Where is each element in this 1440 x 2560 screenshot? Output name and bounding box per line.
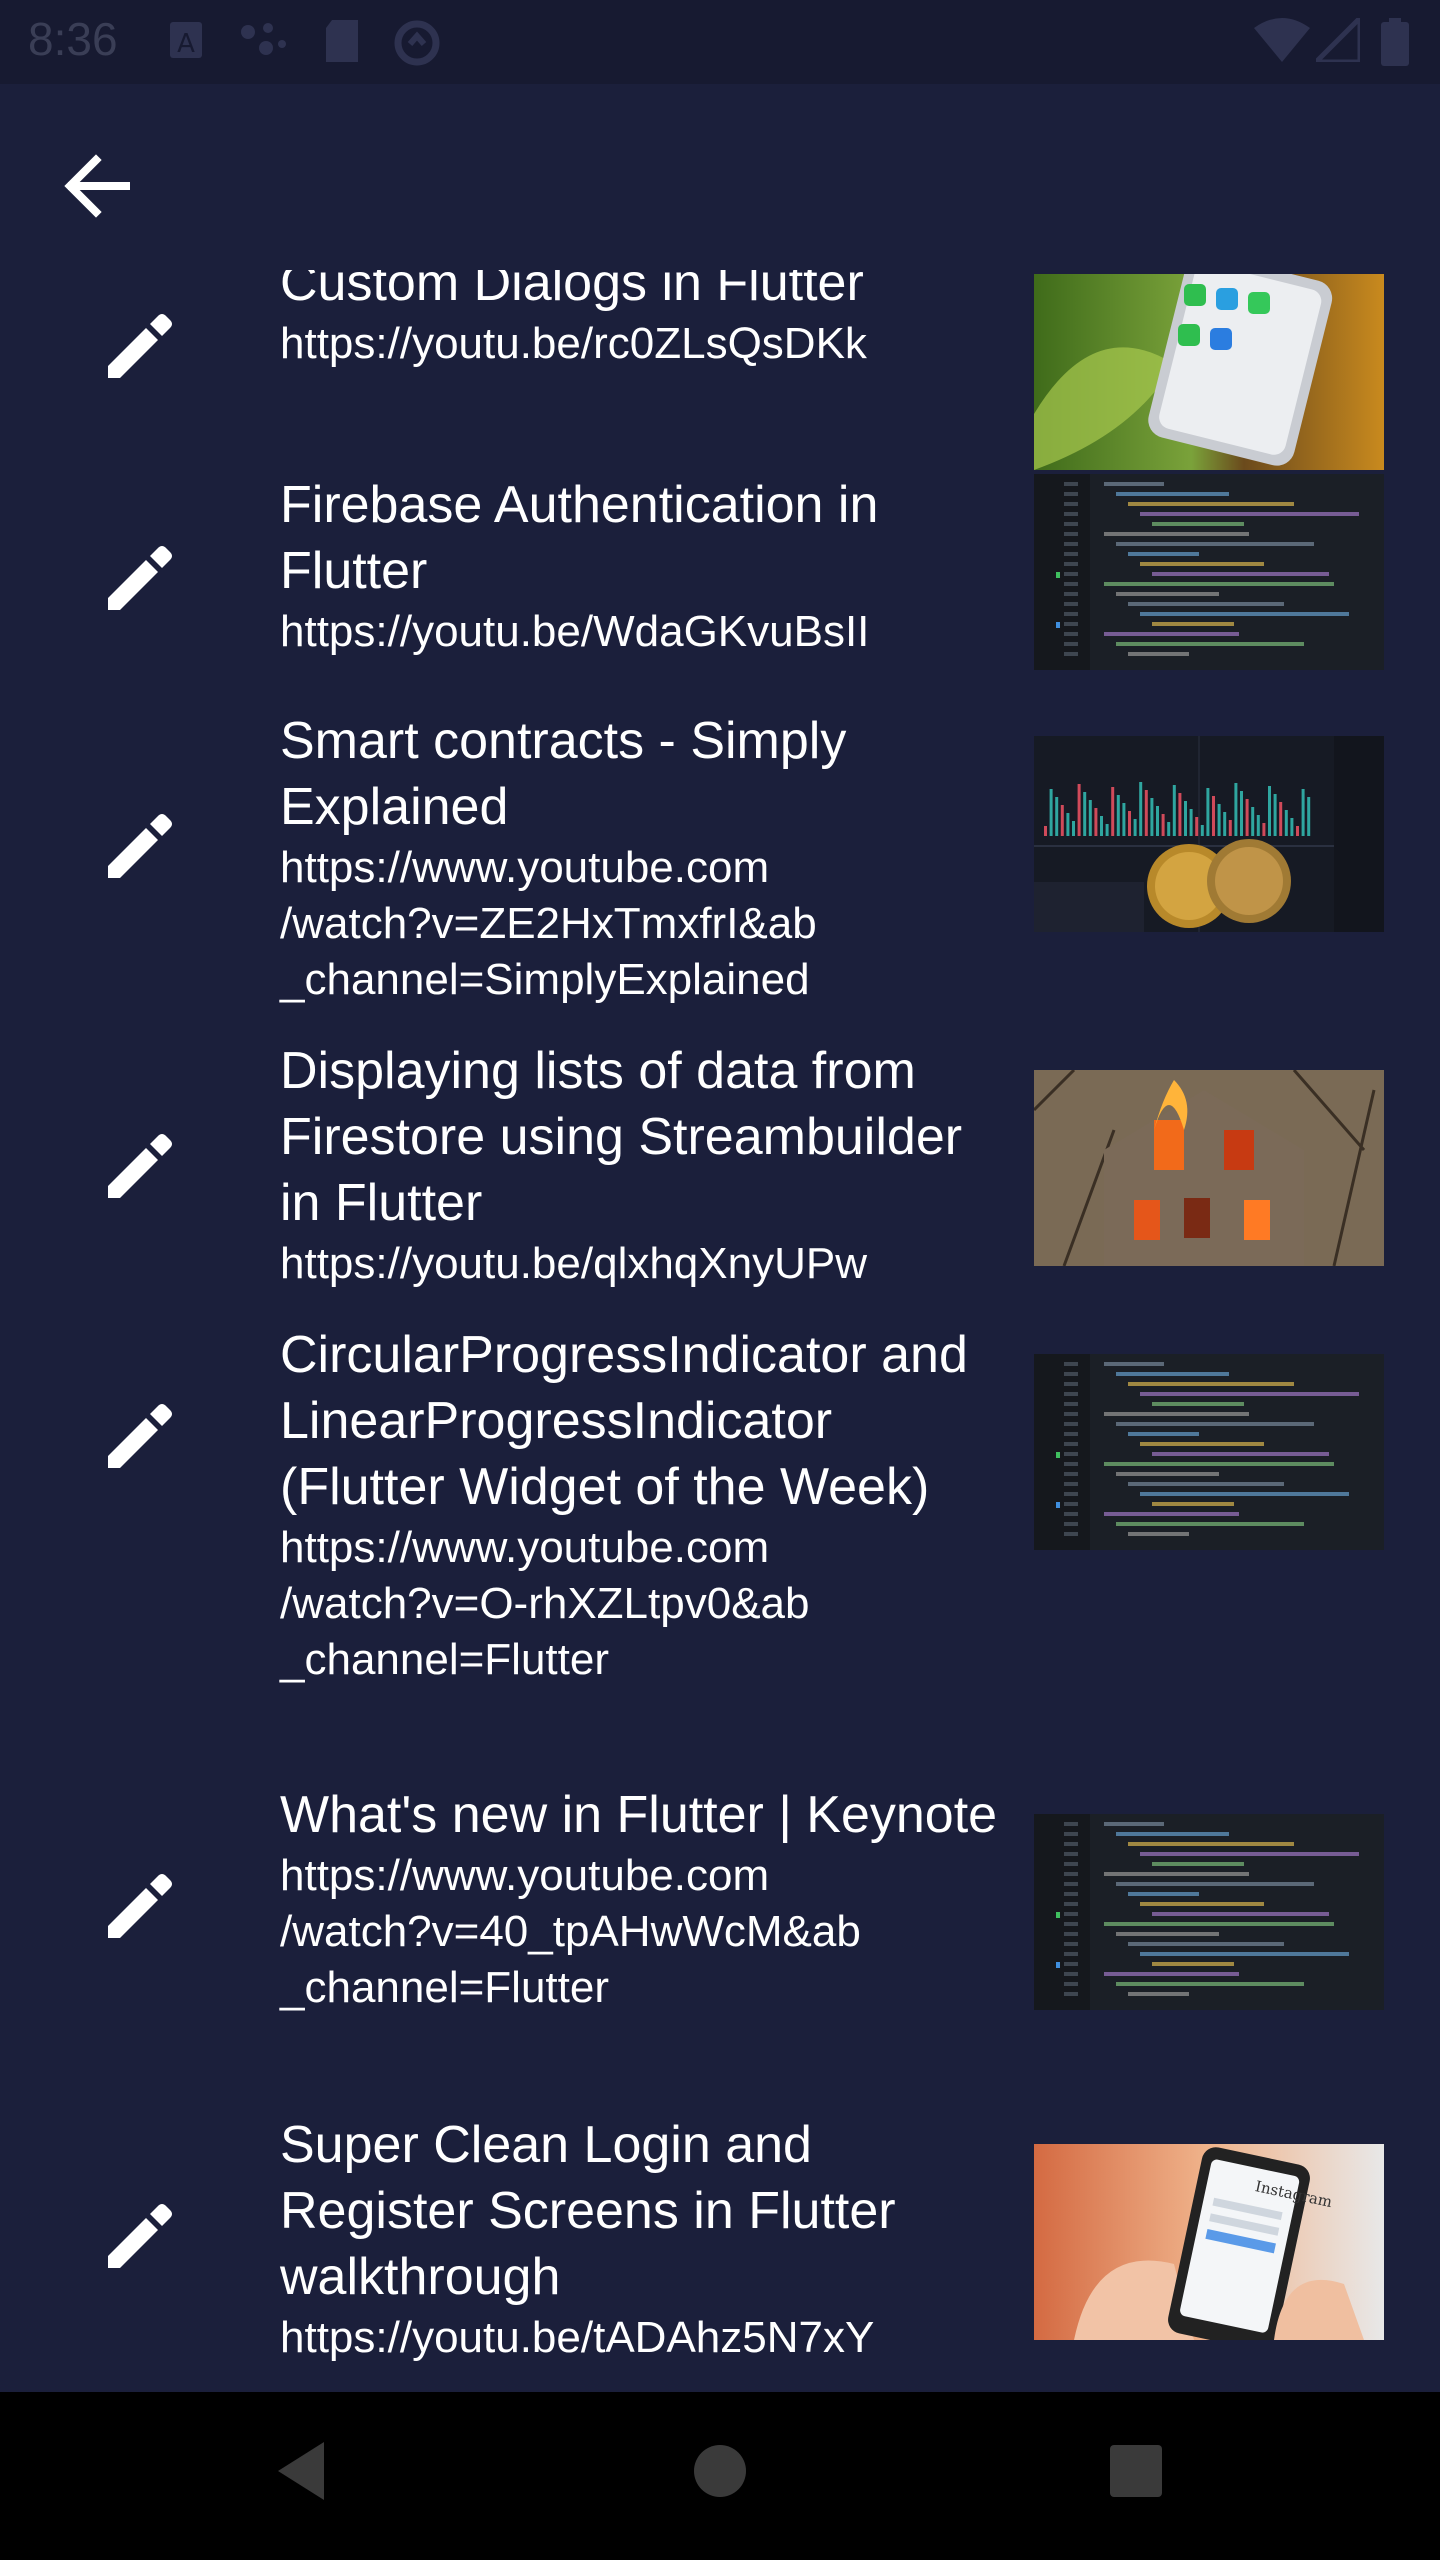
- edit-icon[interactable]: [100, 2196, 180, 2276]
- nav-home-icon[interactable]: [690, 2436, 750, 2506]
- video-text: CircularProgressIndicator and LinearProg…: [280, 1322, 1000, 1688]
- video-title: What's new in Flutter | Keynote: [280, 1786, 998, 1844]
- video-url[interactable]: https://youtu.be/tADAhz5N7xY: [280, 2310, 1000, 2366]
- status-bar: 8:36 A: [0, 0, 1440, 84]
- video-list-item[interactable]: Smart contracts - Simply Explained https:…: [0, 708, 1440, 1038]
- wifi-icon: [1254, 18, 1310, 62]
- video-list-viewport[interactable]: Custom Dialogs in Flutter https://youtu.b…: [0, 270, 1440, 2392]
- video-title: Smart contracts - Simply Explained: [280, 712, 847, 836]
- video-url[interactable]: https://www.youtube.com /watch?v=O-rhXZL…: [280, 1520, 1000, 1688]
- arrow-back-icon[interactable]: [56, 144, 140, 228]
- video-url[interactable]: https://www.youtube.com /watch?v=40_tpAH…: [280, 1848, 1000, 2016]
- video-title: Super Clean Login and Register Screens i…: [280, 2116, 896, 2306]
- video-text: Super Clean Login and Register Screens i…: [280, 2112, 1000, 2366]
- video-title: Custom Dialogs in Flutter: [280, 270, 864, 312]
- nav-recents-icon[interactable]: [1108, 2436, 1164, 2506]
- edit-icon[interactable]: [100, 1126, 180, 1206]
- video-thumbnail[interactable]: [1034, 1354, 1384, 1550]
- dots-icon: [241, 23, 286, 55]
- video-list-item[interactable]: Super Clean Login and Register Screens i…: [0, 2112, 1440, 2392]
- video-text: Custom Dialogs in Flutter https://youtu.b…: [280, 270, 1000, 372]
- a-icon: A: [170, 22, 202, 59]
- video-url[interactable]: https://youtu.be/qlxhqXnyUPw: [280, 1236, 1000, 1292]
- edit-icon[interactable]: [100, 538, 180, 618]
- edit-icon[interactable]: [100, 1396, 180, 1476]
- navigation-bar: [0, 2392, 1440, 2560]
- video-text: What's new in Flutter | Keynote https://w…: [280, 1782, 1000, 2016]
- app-bar: [0, 84, 1440, 270]
- video-thumbnail[interactable]: [1034, 1814, 1384, 2010]
- edit-icon[interactable]: [100, 806, 180, 886]
- video-url[interactable]: https://youtu.be/WdaGKvuBsII: [280, 604, 1000, 660]
- nav-back-icon[interactable]: [270, 2436, 340, 2506]
- video-list-item[interactable]: Displaying lists of data from Firestore …: [0, 1038, 1440, 1322]
- video-thumbnail[interactable]: [1034, 736, 1384, 932]
- video-thumbnail[interactable]: [1034, 1070, 1384, 1266]
- video-list-item[interactable]: Custom Dialogs in Flutter https://youtu.b…: [0, 270, 1440, 472]
- video-list-item[interactable]: What's new in Flutter | Keynote https://w…: [0, 1782, 1440, 2112]
- svg-text:A: A: [177, 29, 195, 59]
- video-url[interactable]: https://youtu.be/rc0ZLsQsDKk: [280, 316, 1000, 372]
- video-thumbnail[interactable]: [1034, 474, 1384, 670]
- video-title: Displaying lists of data from Firestore …: [280, 1042, 963, 1232]
- video-thumbnail[interactable]: [1034, 274, 1384, 470]
- video-text: Smart contracts - Simply Explained https:…: [280, 708, 1000, 1008]
- signal-icon: [1316, 18, 1360, 62]
- video-thumbnail[interactable]: Instagram: [1034, 2144, 1384, 2340]
- sync-icon: [394, 20, 440, 66]
- video-text: Displaying lists of data from Firestore …: [280, 1038, 1000, 1292]
- video-list-item[interactable]: Firebase Authentication in Flutter https:…: [0, 472, 1440, 708]
- sdcard-icon: [326, 20, 358, 62]
- battery-icon: [1381, 18, 1409, 66]
- video-title: Firebase Authentication in Flutter: [280, 476, 879, 600]
- edit-icon[interactable]: [100, 1866, 180, 1946]
- video-url[interactable]: https://www.youtube.com /watch?v=ZE2HxTm…: [280, 840, 1000, 1008]
- video-list-item[interactable]: CircularProgressIndicator and LinearProg…: [0, 1322, 1440, 1782]
- video-text: Firebase Authentication in Flutter https:…: [280, 472, 1000, 660]
- status-time: 8:36: [28, 13, 118, 65]
- video-title: CircularProgressIndicator and LinearProg…: [280, 1326, 968, 1516]
- edit-icon[interactable]: [100, 306, 180, 386]
